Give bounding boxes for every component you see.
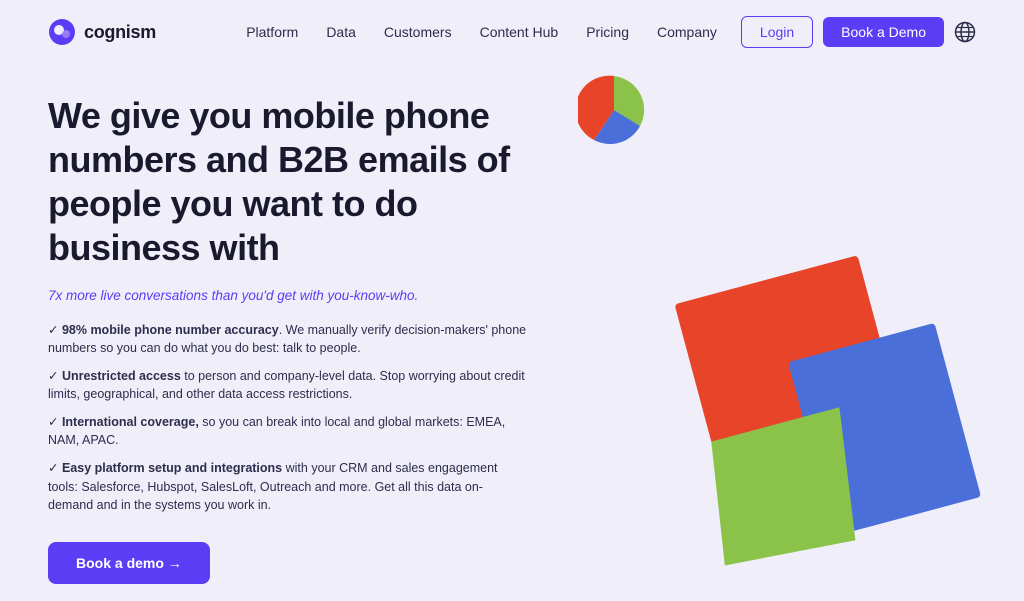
nav-item-content-hub[interactable]: Content Hub xyxy=(480,24,559,40)
nav-item-customers[interactable]: Customers xyxy=(384,24,452,40)
hero-content: We give you mobile phone numbers and B2B… xyxy=(48,84,528,581)
feature-item-4: ✓ Easy platform setup and integrations w… xyxy=(48,459,528,513)
small-pie-chart xyxy=(578,74,650,146)
nav-links: Platform Data Customers Content Hub Pric… xyxy=(246,24,717,40)
book-demo-nav-button[interactable]: Book a Demo xyxy=(823,17,944,47)
nav-actions: Login Book a Demo xyxy=(741,16,976,48)
feature-item-3: ✓ International coverage, so you can bre… xyxy=(48,413,528,449)
hero-mosaic-graphic xyxy=(646,241,1006,601)
hero-tagline: 7x more live conversations than you'd ge… xyxy=(48,288,528,303)
feature-item-1: ✓ 98% mobile phone number accuracy. We m… xyxy=(48,321,528,357)
nav-item-data[interactable]: Data xyxy=(326,24,356,40)
globe-icon[interactable] xyxy=(954,21,976,43)
navbar: cognism Platform Data Customers Content … xyxy=(0,0,1024,64)
hero-section: We give you mobile phone numbers and B2B… xyxy=(0,64,1024,581)
login-button[interactable]: Login xyxy=(741,16,813,48)
cognism-logo-icon xyxy=(48,18,76,46)
hero-cta-button[interactable]: Book a demo → xyxy=(48,542,210,584)
nav-item-platform[interactable]: Platform xyxy=(246,24,298,40)
logo[interactable]: cognism xyxy=(48,18,156,46)
feature-item-2: ✓ Unrestricted access to person and comp… xyxy=(48,367,528,403)
hero-graphic xyxy=(528,84,976,581)
nav-item-company[interactable]: Company xyxy=(657,24,717,40)
features-list: ✓ 98% mobile phone number accuracy. We m… xyxy=(48,321,528,514)
logo-text: cognism xyxy=(84,22,156,43)
hero-heading: We give you mobile phone numbers and B2B… xyxy=(48,94,528,270)
nav-item-pricing[interactable]: Pricing xyxy=(586,24,629,40)
